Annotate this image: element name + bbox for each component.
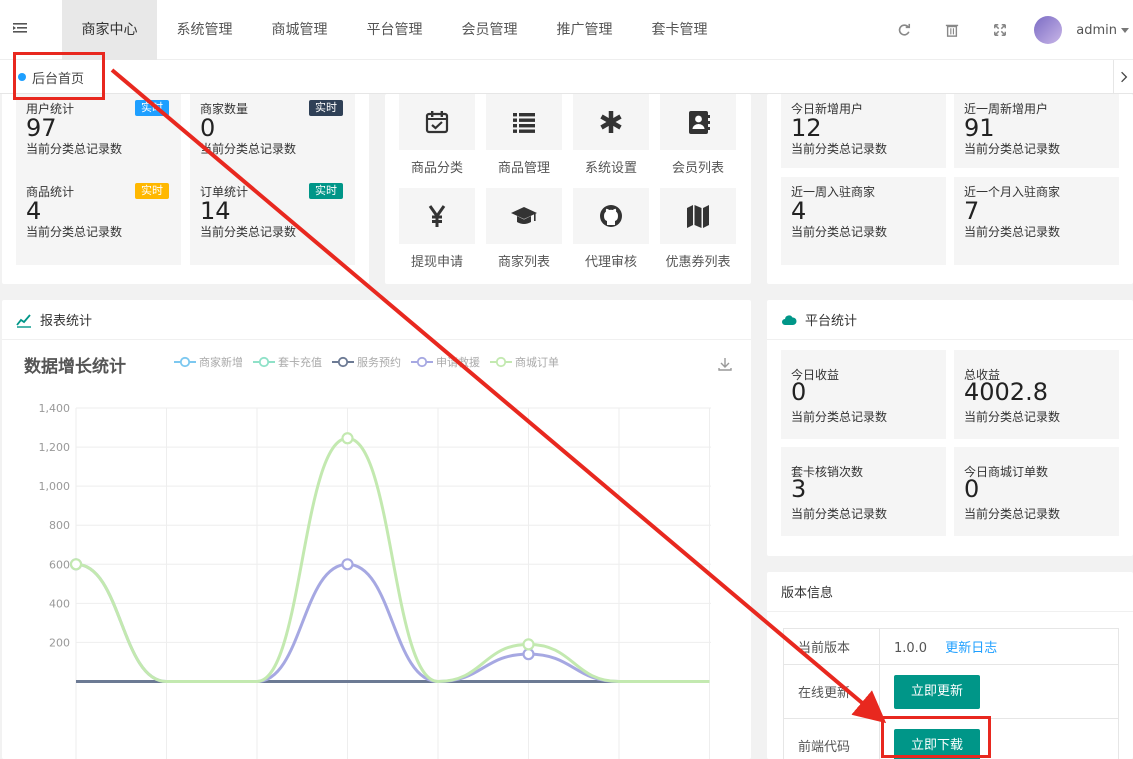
annotation-arrow-line [110, 68, 887, 724]
annotation-arrow [110, 68, 887, 724]
